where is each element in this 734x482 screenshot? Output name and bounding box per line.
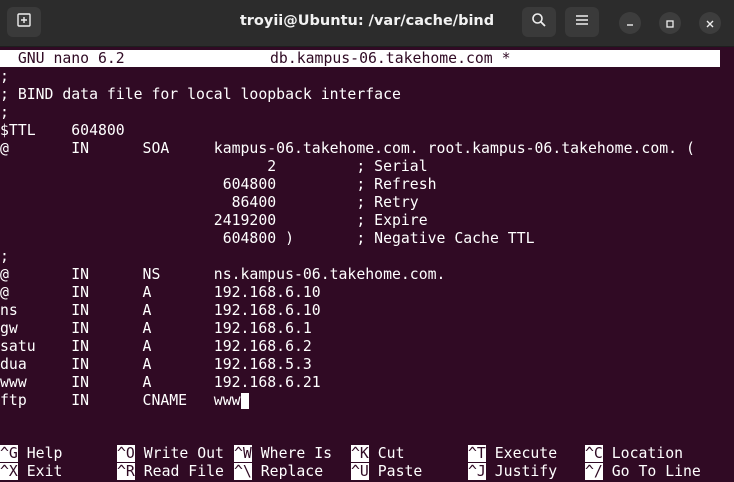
shortcut-key: ^O bbox=[117, 445, 135, 462]
shortcut-replace[interactable]: ^\ Replace bbox=[234, 463, 323, 481]
shortcut-go-to-line[interactable]: ^/ Go To Line bbox=[585, 463, 701, 481]
editor-line[interactable]: 604800 ) ; Negative Cache TTL bbox=[0, 230, 535, 248]
editor-line-current[interactable]: ftp IN CNAME www bbox=[0, 392, 249, 410]
editor-line[interactable]: @ IN A 192.168.6.10 bbox=[0, 284, 321, 302]
nano-filename: db.kampus-06.takehome.com * bbox=[270, 50, 511, 67]
terminal-area[interactable]: GNU nano 6.2 db.kampus-06.takehome.com * … bbox=[0, 47, 734, 482]
shortcut-key: ^/ bbox=[585, 463, 603, 480]
editor-line[interactable]: ; bbox=[0, 68, 9, 86]
minimize-icon bbox=[625, 14, 635, 33]
shortcut-key: ^R bbox=[117, 463, 135, 480]
shortcut-write-out[interactable]: ^O Write Out bbox=[117, 445, 224, 463]
shortcut-label: Replace bbox=[260, 463, 324, 480]
shortcut-paste[interactable]: ^U Paste bbox=[351, 463, 422, 481]
shortcut-key: ^W bbox=[234, 445, 252, 462]
editor-line[interactable]: satu IN A 192.168.6.2 bbox=[0, 338, 312, 356]
editor-line[interactable]: ; BIND data file for local loopback inte… bbox=[0, 86, 401, 104]
close-icon bbox=[705, 14, 715, 33]
nano-version: GNU nano 6.2 bbox=[0, 50, 125, 67]
editor-line[interactable]: ; bbox=[0, 104, 9, 122]
terminal-window: troyii@Ubuntu: /var/cache/bind GNU nano … bbox=[0, 0, 734, 482]
editor-line-text: ftp IN CNAME www bbox=[0, 392, 241, 409]
title-bar: troyii@Ubuntu: /var/cache/bind bbox=[0, 0, 734, 47]
shortcut-where-is[interactable]: ^W Where Is bbox=[234, 445, 332, 463]
editor-line[interactable]: 2 ; Serial bbox=[0, 158, 427, 176]
shortcut-key: ^J bbox=[468, 463, 486, 480]
menu-button[interactable] bbox=[565, 7, 599, 37]
editor-line[interactable]: 604800 ; Refresh bbox=[0, 176, 437, 194]
shortcut-justify[interactable]: ^J Justify bbox=[468, 463, 557, 481]
nano-header: GNU nano 6.2 db.kampus-06.takehome.com * bbox=[0, 50, 720, 67]
search-button[interactable] bbox=[522, 7, 556, 37]
editor-line[interactable]: dua IN A 192.168.5.3 bbox=[0, 356, 312, 374]
shortcut-label: Go To Line bbox=[611, 463, 701, 480]
hamburger-menu-icon bbox=[574, 12, 590, 32]
shortcut-label: Cut bbox=[377, 445, 405, 462]
shortcut-help[interactable]: ^G Help bbox=[0, 445, 62, 463]
shortcut-location[interactable]: ^C Location bbox=[585, 445, 683, 463]
editor-line[interactable]: @ IN NS ns.kampus-06.takehome.com. bbox=[0, 266, 445, 284]
shortcut-read-file[interactable]: ^R Read File bbox=[117, 463, 224, 481]
editor-line[interactable]: $TTL 604800 bbox=[0, 122, 125, 140]
shortcut-label: Paste bbox=[377, 463, 423, 480]
close-button[interactable] bbox=[699, 12, 721, 34]
editor-line[interactable]: ; bbox=[0, 248, 9, 266]
shortcut-label: Location bbox=[611, 445, 684, 462]
shortcut-key: ^U bbox=[351, 463, 369, 480]
shortcut-execute[interactable]: ^T Execute bbox=[468, 445, 557, 463]
shortcut-label: Execute bbox=[494, 445, 558, 462]
shortcut-label: Read File bbox=[143, 463, 224, 480]
minimize-button[interactable] bbox=[619, 12, 641, 34]
editor-line[interactable]: @ IN SOA kampus-06.takehome.com. root.ka… bbox=[0, 140, 695, 158]
maximize-icon bbox=[665, 14, 675, 33]
search-icon bbox=[531, 12, 547, 32]
shortcut-exit[interactable]: ^X Exit bbox=[0, 463, 62, 481]
editor-line[interactable]: 86400 ; Retry bbox=[0, 194, 419, 212]
editor-line[interactable]: ns IN A 192.168.6.10 bbox=[0, 302, 321, 320]
shortcut-key: ^T bbox=[468, 445, 486, 462]
editor-line[interactable]: www IN A 192.168.6.21 bbox=[0, 374, 321, 392]
shortcut-key: ^X bbox=[0, 463, 18, 480]
shortcut-key: ^\ bbox=[234, 463, 252, 480]
shortcut-label: Exit bbox=[26, 463, 63, 480]
shortcut-cut[interactable]: ^K Cut bbox=[351, 445, 404, 463]
shortcut-label: Where Is bbox=[260, 445, 333, 462]
editor-line[interactable]: 2419200 ; Expire bbox=[0, 212, 428, 230]
shortcut-key: ^K bbox=[351, 445, 369, 462]
maximize-button[interactable] bbox=[659, 12, 681, 34]
shortcut-key: ^G bbox=[0, 445, 18, 462]
text-cursor bbox=[240, 393, 249, 409]
shortcut-label: Justify bbox=[494, 463, 558, 480]
shortcut-label: Write Out bbox=[143, 445, 224, 462]
shortcut-key: ^C bbox=[585, 445, 603, 462]
editor-line[interactable]: gw IN A 192.168.6.1 bbox=[0, 320, 312, 338]
shortcut-label: Help bbox=[26, 445, 63, 462]
